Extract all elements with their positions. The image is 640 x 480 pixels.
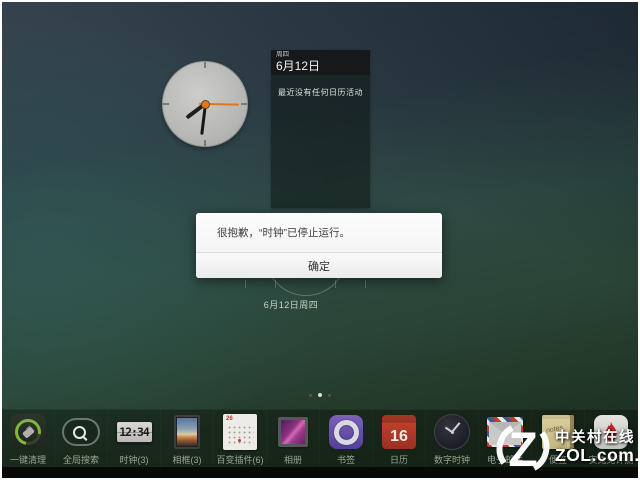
dock-label: 全局搜索 <box>63 453 99 466</box>
dock-label: 数字时钟 <box>434 453 470 466</box>
page-dot[interactable] <box>328 394 331 397</box>
calendar-date: 6月12日 <box>276 60 370 72</box>
calendar-widget-header: 周四 6月12日 <box>271 50 370 75</box>
photo-frame-icon <box>174 415 200 449</box>
dock-item-photo-frame[interactable]: 相框(3) <box>161 410 214 468</box>
calendar-weekday: 周四 <box>276 52 370 59</box>
zol-domain: ZOL.com.cn <box>555 446 638 464</box>
widget-corner-number: 26 <box>226 416 233 422</box>
clock-tick <box>241 103 247 105</box>
zol-z-logo: Z <box>492 419 554 477</box>
photo-frame-picture <box>177 418 197 446</box>
calendar-widget[interactable]: 周四 6月12日 最近没有任何日历活动 <box>271 50 370 208</box>
screenshot-frame: 周四 6月12日 最近没有任何日历活动 6月12日周四 很抱歉，“时钟”已停止运… <box>0 0 640 480</box>
ok-button[interactable]: 确定 <box>196 253 442 278</box>
clock-tick <box>204 140 206 146</box>
page-dot[interactable] <box>309 394 312 397</box>
clock-tick <box>204 62 206 68</box>
date-label: 6月12日周四 <box>231 298 351 311</box>
dock-item-cleaner[interactable]: 一键清理 <box>2 410 55 468</box>
dark-clock-icon <box>434 414 470 450</box>
dock-label: 相册 <box>284 453 302 466</box>
widget-red-dot <box>238 439 241 442</box>
album-icon <box>278 417 308 447</box>
hidden-widget-mark <box>245 280 246 288</box>
cleaner-icon <box>10 414 46 450</box>
dock-label: 百变插件(6) <box>217 453 264 466</box>
dock-item-calendar[interactable]: 16 日历 <box>373 410 426 468</box>
dock-label: 日历 <box>390 453 408 466</box>
zol-watermark: Z 中关村在线 ZOL.com.cn <box>492 419 638 477</box>
calendar-icon: 16 <box>382 415 416 449</box>
dock-item-widgets[interactable]: 26 百变插件(6) <box>214 410 267 468</box>
page-indicator <box>2 393 638 397</box>
widget-card-icon: 26 <box>223 414 257 450</box>
flip-clock-icon: 12:34 <box>116 421 153 443</box>
ring-glyph <box>334 420 359 445</box>
dock-label: 相框(3) <box>173 453 202 466</box>
calendar-day-number: 16 <box>390 429 408 445</box>
app-crash-dialog: 很抱歉，“时钟”已停止运行。 确定 <box>196 213 442 278</box>
hidden-widget-mark <box>365 280 366 288</box>
clock-center-cap <box>451 431 454 434</box>
dock-label: 一键清理 <box>10 453 46 466</box>
dock-item-global-search[interactable]: 全局搜索 <box>55 410 108 468</box>
hidden-widget-mark <box>335 280 336 288</box>
dock-label: 书签 <box>337 453 355 466</box>
hidden-widget-mark <box>275 280 276 288</box>
zol-z-letter: Z <box>508 424 537 477</box>
calendar-widget-body: 最近没有任何日历活动 <box>271 75 370 208</box>
page-dot-active[interactable] <box>318 393 322 397</box>
analog-clock-widget[interactable] <box>162 61 248 147</box>
magnifier-glyph <box>73 426 86 439</box>
calendar-empty-message: 最近没有任何日历活动 <box>278 88 363 97</box>
clock-tick <box>163 103 169 105</box>
zol-watermark-text: 中关村在线 ZOL.com.cn <box>555 431 638 465</box>
bookmark-icon <box>329 415 363 449</box>
dock-item-album[interactable]: 相册 <box>267 410 320 468</box>
dock-item-digital-clock[interactable]: 数字时钟 <box>426 410 479 468</box>
widget-dot-grid <box>227 425 254 445</box>
search-icon <box>62 418 100 446</box>
dock-item-clock[interactable]: 12:34 时钟(3) <box>108 410 161 468</box>
dock-item-bookmark[interactable]: 书签 <box>320 410 373 468</box>
clock-center-cap <box>202 101 209 108</box>
dialog-message: 很抱歉，“时钟”已停止运行。 <box>196 213 442 252</box>
android-homescreen: 周四 6月12日 最近没有任何日历活动 6月12日周四 很抱歉，“时钟”已停止运… <box>2 2 638 478</box>
dock-label: 时钟(3) <box>120 453 149 466</box>
album-picture <box>281 420 305 444</box>
